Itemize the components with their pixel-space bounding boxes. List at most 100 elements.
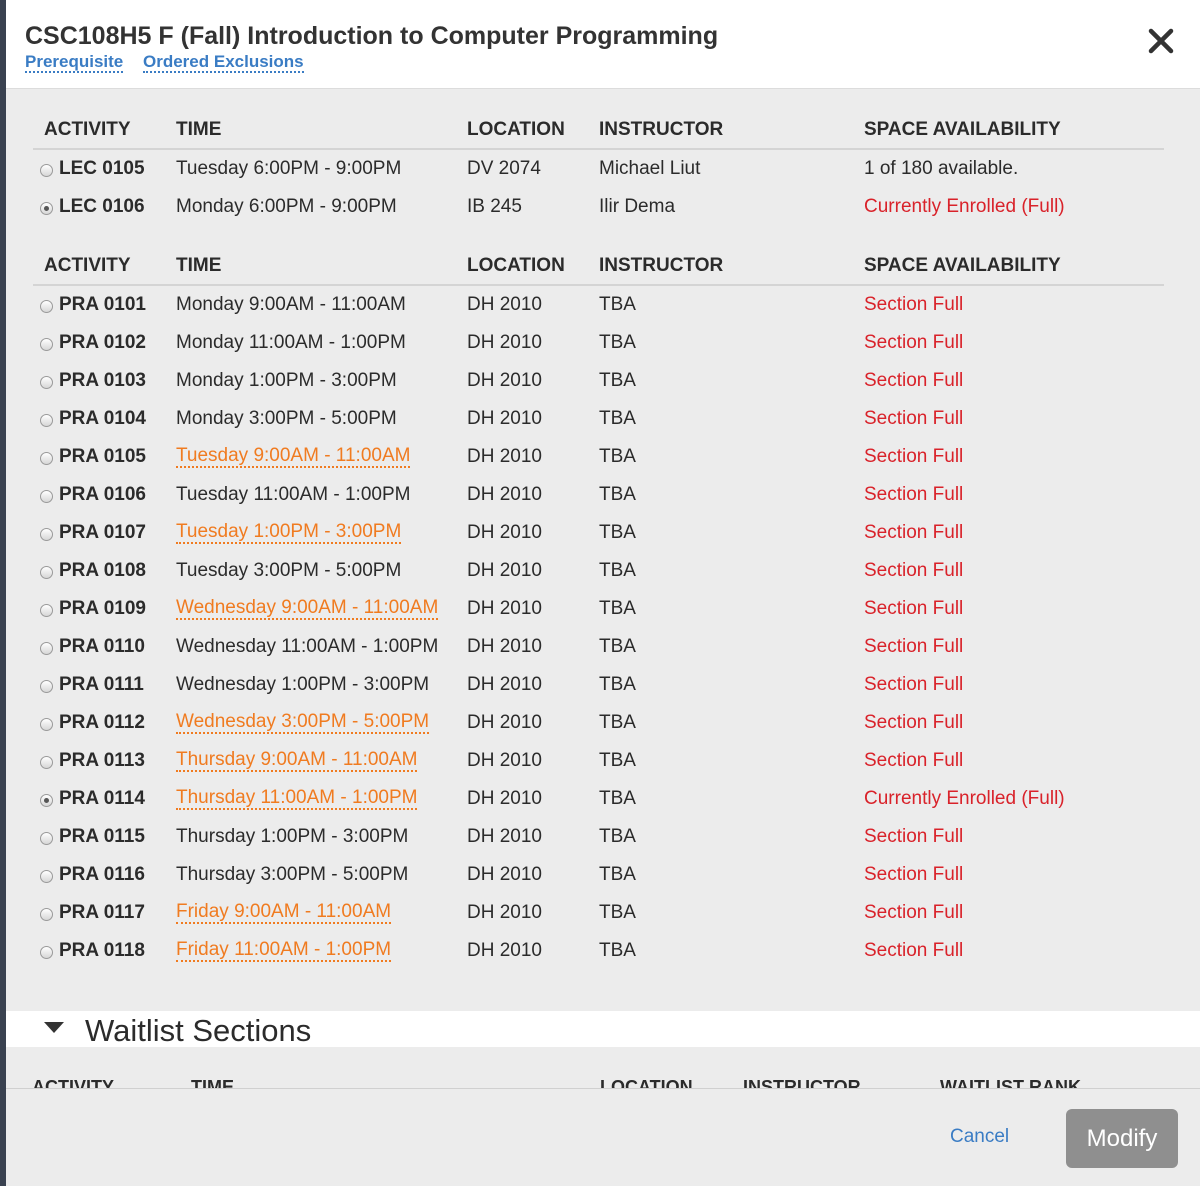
section-time: Wednesday 1:00PM - 3:00PM [176, 674, 430, 695]
section-activity: PRA 0105 [59, 446, 146, 467]
section-time: Monday 11:00AM - 1:00PM [176, 332, 406, 353]
prerequisite-link[interactable]: Prerequisite [25, 53, 124, 73]
section-row[interactable]: PRA 0104 Monday 3:00PM - 5:00PM DH 2010 TBA… [33, 400, 1164, 438]
section-row[interactable]: PRA 0114 Thursday 11:00AM - 1:00PM DH 2010… [33, 780, 1164, 818]
section-radio[interactable] [40, 794, 53, 807]
section-radio[interactable] [40, 300, 53, 313]
section-row[interactable]: PRA 0103 Monday 1:00PM - 3:00PM DH 2010 TBA… [33, 362, 1164, 400]
modal-title: CSC108H5 F (Fall) Introduction to Comput… [25, 22, 719, 50]
section-row[interactable]: PRA 0113 Thursday 9:00AM - 11:00AM DH 2010… [33, 742, 1164, 780]
section-location: DV 2074 [467, 158, 541, 179]
section-instructor: TBA [599, 332, 636, 353]
section-row[interactable]: PRA 0109 Wednesday 9:00AM - 11:00AM DH 201… [33, 590, 1164, 628]
section-activity: PRA 0108 [59, 560, 146, 581]
section-row[interactable]: PRA 0116 Thursday 3:00PM - 5:00PM DH 2010 T… [33, 856, 1164, 894]
section-radio[interactable] [40, 164, 53, 177]
section-row[interactable]: PRA 0106 Tuesday 11:00AM - 1:00PM DH 2010 T… [33, 476, 1164, 514]
section-instructor: TBA [599, 408, 636, 429]
section-location: DH 2010 [467, 712, 542, 733]
section-row[interactable]: PRA 0105 Tuesday 9:00AM - 11:00AM DH 2010 T… [33, 438, 1164, 476]
section-row[interactable]: PRA 0111 Wednesday 1:00PM - 3:00PM DH 2010… [33, 666, 1164, 704]
section-row[interactable]: PRA 0117 Friday 9:00AM - 11:00AM DH 2010 TB… [33, 894, 1164, 932]
section-activity: PRA 0109 [59, 598, 146, 619]
practical-table-header: ACTIVITY TIME LOCATION INSTRUCTOR SPACE … [33, 244, 1164, 286]
section-instructor: TBA [599, 484, 636, 505]
section-instructor: TBA [599, 446, 636, 467]
section-space-availability: Section Full [864, 750, 964, 771]
section-space-availability: Section Full [864, 636, 964, 657]
section-radio[interactable] [40, 642, 53, 655]
section-activity: PRA 0111 [59, 674, 144, 695]
section-instructor: TBA [599, 560, 636, 581]
section-row[interactable]: PRA 0115 Thursday 1:00PM - 3:00PM DH 2010 T… [33, 818, 1164, 856]
ordered-exclusions-link[interactable]: Ordered Exclusions [143, 53, 304, 73]
modify-button[interactable]: Modify [1066, 1109, 1178, 1168]
section-space-availability: Currently Enrolled (Full) [864, 788, 1065, 809]
section-location: DH 2010 [467, 370, 542, 391]
section-activity: PRA 0116 [59, 864, 145, 885]
section-row[interactable]: PRA 0101 Monday 9:00AM - 11:00AM DH 2010 TB… [33, 286, 1164, 324]
waitlist-title: Waitlist Sections [85, 1013, 312, 1048]
section-row[interactable]: LEC 0106 Monday 6:00PM - 9:00PM IB 245 Ilir… [33, 188, 1164, 226]
section-row[interactable]: PRA 0107 Tuesday 1:00PM - 3:00PM DH 2010 TB… [33, 514, 1164, 552]
section-time: Wednesday 3:00PM - 5:00PM [176, 711, 430, 734]
section-radio[interactable] [40, 908, 53, 921]
section-radio[interactable] [40, 376, 53, 389]
section-radio[interactable] [40, 604, 53, 617]
section-location: DH 2010 [467, 674, 542, 695]
section-row[interactable]: PRA 0108 Tuesday 3:00PM - 5:00PM DH 2010 TB… [33, 552, 1164, 590]
section-activity: PRA 0110 [59, 636, 145, 657]
section-space-availability: Section Full [864, 560, 964, 581]
section-radio[interactable] [40, 490, 53, 503]
section-radio[interactable] [40, 870, 53, 883]
section-radio[interactable] [40, 414, 53, 427]
cancel-button[interactable]: Cancel [950, 1126, 1009, 1148]
section-location: DH 2010 [467, 788, 542, 809]
section-location: DH 2010 [467, 864, 542, 885]
section-space-availability: Section Full [864, 902, 964, 923]
close-icon[interactable] [1146, 26, 1176, 56]
section-instructor: TBA [599, 750, 636, 771]
waitlist-section-header[interactable]: Waitlist Sections [6, 1011, 1200, 1048]
section-space-availability: Section Full [864, 674, 964, 695]
section-row[interactable]: PRA 0112 Wednesday 3:00PM - 5:00PM DH 2010… [33, 704, 1164, 742]
section-time: Thursday 3:00PM - 5:00PM [176, 864, 409, 885]
section-radio[interactable] [40, 832, 53, 845]
section-instructor: TBA [599, 370, 636, 391]
section-location: DH 2010 [467, 560, 542, 581]
caret-down-icon[interactable] [44, 1022, 64, 1033]
section-radio[interactable] [40, 680, 53, 693]
section-row[interactable]: PRA 0118 Friday 11:00AM - 1:00PM DH 2010 TB… [33, 932, 1164, 970]
section-space-availability: 1 of 180 available. [864, 158, 1019, 179]
section-instructor: TBA [599, 826, 636, 847]
section-radio[interactable] [40, 528, 53, 541]
lecture-rows: LEC 0105 Tuesday 6:00PM - 9:00PM DV 2074 Mi… [33, 150, 1164, 226]
column-activity: ACTIVITY [44, 119, 131, 140]
section-radio[interactable] [40, 566, 53, 579]
section-location: DH 2010 [467, 522, 542, 543]
section-radio[interactable] [40, 756, 53, 769]
section-radio[interactable] [40, 718, 53, 731]
section-radio[interactable] [40, 946, 53, 959]
section-location: DH 2010 [467, 940, 542, 961]
section-instructor: Michael Liut [599, 158, 701, 179]
section-radio[interactable] [40, 452, 53, 465]
section-activity: PRA 0102 [59, 332, 146, 353]
section-space-availability: Section Full [864, 484, 964, 505]
section-row[interactable]: LEC 0105 Tuesday 6:00PM - 9:00PM DV 2074 Mi… [33, 150, 1164, 188]
course-section-modal: CSC108H5 F (Fall) Introduction to Comput… [6, 0, 1200, 1186]
section-time: Monday 9:00AM - 11:00AM [176, 294, 406, 315]
section-instructor: TBA [599, 598, 636, 619]
section-row[interactable]: PRA 0110 Wednesday 11:00AM - 1:00PM DH 201… [33, 628, 1164, 666]
section-radio[interactable] [40, 202, 53, 215]
section-location: DH 2010 [467, 484, 542, 505]
section-row[interactable]: PRA 0102 Monday 11:00AM - 1:00PM DH 2010 TB… [33, 324, 1164, 362]
column-location: LOCATION [467, 255, 565, 276]
waitlist-table-header: ACTIVITY TIME LOCATION INSTRUCTOR WAITLI… [6, 1047, 1200, 1091]
section-time: Tuesday 11:00AM - 1:00PM [176, 484, 411, 505]
section-radio[interactable] [40, 338, 53, 351]
section-instructor: TBA [599, 712, 636, 733]
section-activity: PRA 0117 [59, 902, 145, 923]
lecture-table-header: ACTIVITY TIME LOCATION INSTRUCTOR SPACE … [33, 108, 1164, 150]
section-space-availability: Currently Enrolled (Full) [864, 196, 1065, 217]
